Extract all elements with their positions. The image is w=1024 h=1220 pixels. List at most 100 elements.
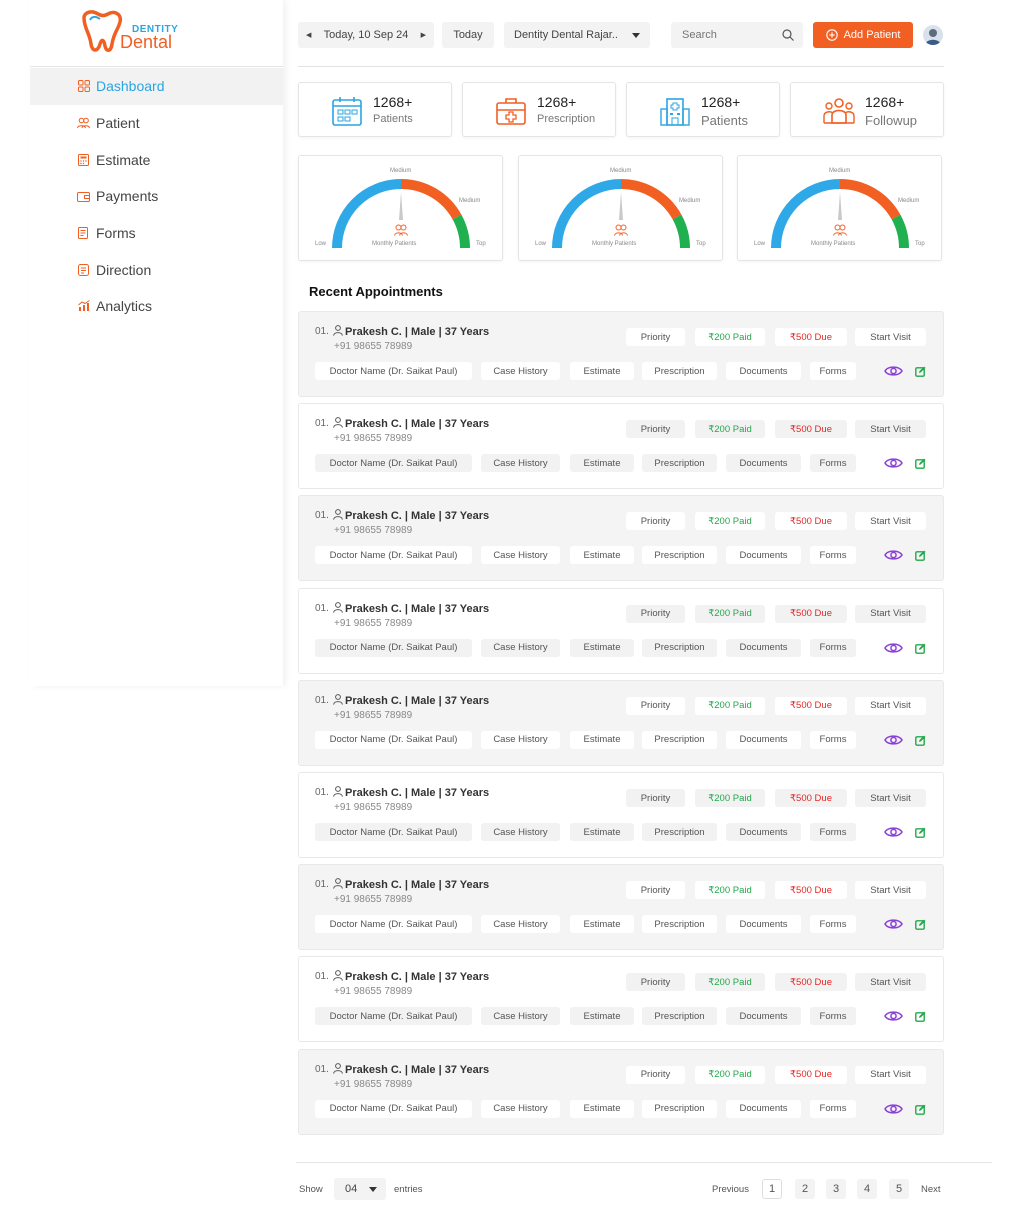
priority-badge[interactable]: Priority [626,973,685,992]
patient-name[interactable]: Prakesh C. | Male | 37 Years [345,879,489,891]
stat-card-hospital[interactable]: 1268+ Patients [626,82,780,137]
page-4-button[interactable]: 4 [857,1179,877,1199]
estimate-button[interactable]: Estimate [570,1007,634,1026]
doctor-name[interactable]: Doctor Name (Dr. Saikat Paul) [315,915,472,934]
today-button[interactable]: Today [442,22,494,48]
start-visit-button[interactable]: Start Visit [855,512,926,531]
prescription-button[interactable]: Prescription [642,362,717,380]
patient-name[interactable]: Prakesh C. | Male | 37 Years [345,510,489,522]
stat-card-prescription[interactable]: 1268+ Prescription [462,82,616,137]
search-input[interactable] [682,29,772,41]
start-visit-button[interactable]: Start Visit [855,1065,926,1084]
estimate-button[interactable]: Estimate [570,730,634,749]
eye-icon[interactable] [884,365,903,377]
patient-name[interactable]: Prakesh C. | Male | 37 Years [345,695,489,707]
doctor-name[interactable]: Doctor Name (Dr. Saikat Paul) [315,1099,472,1118]
sidebar-item-patient[interactable]: Patient [30,105,283,142]
priority-badge[interactable]: Priority [626,696,685,715]
start-visit-button[interactable]: Start Visit [855,696,926,715]
doctor-name[interactable]: Doctor Name (Dr. Saikat Paul) [315,823,472,841]
documents-button[interactable]: Documents [726,823,801,841]
forms-button[interactable]: Forms [810,638,856,657]
estimate-button[interactable]: Estimate [570,915,634,934]
gauge-card[interactable]: Medium Medium Low Top Monthly Patients [518,155,723,261]
case-history-button[interactable]: Case History [481,638,560,657]
edit-icon[interactable] [915,735,926,746]
eye-icon[interactable] [884,1010,903,1022]
sidebar-item-dashboard[interactable]: Dashboard [30,68,283,105]
edit-icon[interactable] [915,458,926,470]
patient-name[interactable]: Prakesh C. | Male | 37 Years [345,971,489,983]
case-history-button[interactable]: Case History [481,454,560,473]
forms-button[interactable]: Forms [810,546,856,565]
sidebar-item-payments[interactable]: Payments [30,178,283,215]
sidebar-item-estimate[interactable]: Estimate [30,141,283,178]
prescription-button[interactable]: Prescription [642,546,717,565]
eye-icon[interactable] [884,734,903,746]
edit-icon[interactable] [915,827,926,838]
edit-icon[interactable] [915,1011,926,1023]
search-icon[interactable] [782,29,794,41]
documents-button[interactable]: Documents [726,362,801,380]
eye-icon[interactable] [884,457,903,469]
documents-button[interactable]: Documents [726,546,801,565]
eye-icon[interactable] [884,826,903,838]
case-history-button[interactable]: Case History [481,362,560,380]
documents-button[interactable]: Documents [726,915,801,934]
forms-button[interactable]: Forms [810,362,856,380]
page-2-button[interactable]: 2 [795,1179,815,1199]
doctor-name[interactable]: Doctor Name (Dr. Saikat Paul) [315,1007,472,1026]
clinic-select[interactable]: Dentity Dental Rajar.. [504,22,650,48]
start-visit-button[interactable]: Start Visit [855,789,926,807]
sidebar-item-forms[interactable]: Forms [30,215,283,252]
doctor-name[interactable]: Doctor Name (Dr. Saikat Paul) [315,638,472,657]
documents-button[interactable]: Documents [726,454,801,473]
prescription-button[interactable]: Prescription [642,915,717,934]
chevron-right-icon[interactable]: ▶ [421,31,426,39]
page-3-button[interactable]: 3 [826,1179,846,1199]
edit-icon[interactable] [915,366,926,377]
patient-name[interactable]: Prakesh C. | Male | 37 Years [345,603,489,615]
patient-name[interactable]: Prakesh C. | Male | 37 Years [345,326,489,338]
forms-button[interactable]: Forms [810,454,856,473]
estimate-button[interactable]: Estimate [570,454,634,473]
case-history-button[interactable]: Case History [481,915,560,934]
start-visit-button[interactable]: Start Visit [855,881,926,900]
next-button[interactable]: Next [921,1184,941,1195]
edit-icon[interactable] [915,550,926,562]
patient-name[interactable]: Prakesh C. | Male | 37 Years [345,1064,489,1076]
doctor-name[interactable]: Doctor Name (Dr. Saikat Paul) [315,454,472,473]
eye-icon[interactable] [884,918,903,930]
eye-icon[interactable] [884,549,903,561]
priority-badge[interactable]: Priority [626,881,685,900]
estimate-button[interactable]: Estimate [570,1099,634,1118]
prescription-button[interactable]: Prescription [642,823,717,841]
priority-badge[interactable]: Priority [626,789,685,807]
add-patient-button[interactable]: Add Patient [813,22,913,48]
documents-button[interactable]: Documents [726,1007,801,1026]
priority-badge[interactable]: Priority [626,604,685,623]
case-history-button[interactable]: Case History [481,1099,560,1118]
documents-button[interactable]: Documents [726,1099,801,1118]
prescription-button[interactable]: Prescription [642,638,717,657]
gauge-card[interactable]: Medium Medium Low Top Monthly Patients [298,155,503,261]
patient-name[interactable]: Prakesh C. | Male | 37 Years [345,418,489,430]
chevron-left-icon[interactable]: ◀ [306,31,311,39]
brand-logo[interactable]: DENTITY Dental [78,10,198,56]
case-history-button[interactable]: Case History [481,546,560,565]
doctor-name[interactable]: Doctor Name (Dr. Saikat Paul) [315,546,472,565]
edit-icon[interactable] [915,1104,926,1115]
estimate-button[interactable]: Estimate [570,362,634,380]
priority-badge[interactable]: Priority [626,328,685,346]
priority-badge[interactable]: Priority [626,512,685,531]
documents-button[interactable]: Documents [726,638,801,657]
estimate-button[interactable]: Estimate [570,823,634,841]
stat-card-followup[interactable]: 1268+ Followup [790,82,944,137]
forms-button[interactable]: Forms [810,823,856,841]
start-visit-button[interactable]: Start Visit [855,973,926,992]
page-1-button[interactable]: 1 [762,1179,782,1199]
case-history-button[interactable]: Case History [481,730,560,749]
prescription-button[interactable]: Prescription [642,1007,717,1026]
start-visit-button[interactable]: Start Visit [855,328,926,346]
documents-button[interactable]: Documents [726,730,801,749]
